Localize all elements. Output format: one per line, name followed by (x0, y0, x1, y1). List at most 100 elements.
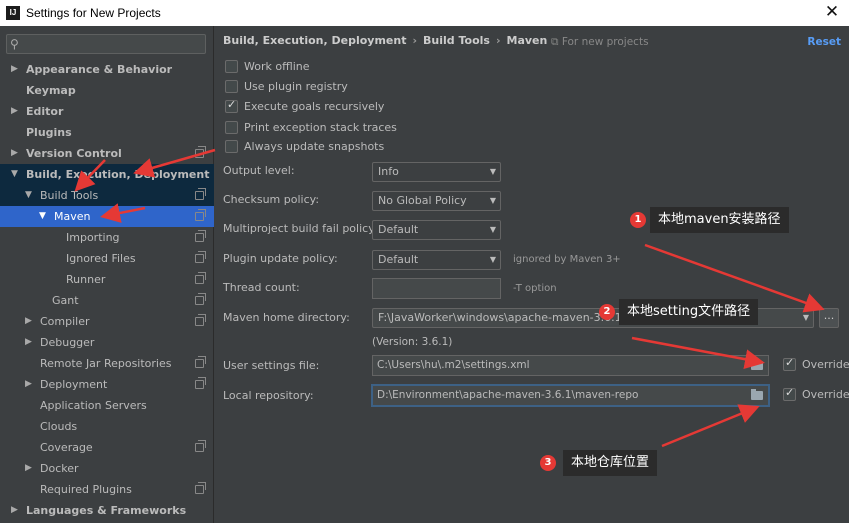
sidebar-item-build-tools[interactable]: ▼ Build Tools (0, 185, 214, 206)
work-offline-checkbox[interactable]: Work offline (225, 58, 310, 74)
callout-settings-file: 本地setting文件路径 (619, 299, 759, 325)
checkbox-box[interactable] (225, 98, 238, 113)
sidebar-item-label: Runner (66, 273, 106, 286)
project-scope-icon (195, 230, 206, 242)
checkbox-label: Use plugin registry (244, 79, 348, 93)
sidebar-item-label: Importing (66, 231, 120, 244)
project-scope-icon: ⧉ (551, 36, 562, 48)
project-scope-icon (195, 251, 206, 263)
chevron-right-icon: ▶ (25, 379, 32, 389)
search-icon: ⚲ (10, 37, 19, 51)
sidebar-item-docker[interactable]: ▶ Docker (0, 458, 214, 479)
close-icon[interactable]: ✕ (823, 3, 841, 21)
sidebar-item-compiler[interactable]: ▶ Compiler (0, 311, 214, 332)
sidebar-item-maven[interactable]: ▼ Maven (0, 206, 214, 227)
checkbox-label: Print exception stack traces (244, 120, 397, 134)
sidebar-item-editor[interactable]: ▶ Editor (0, 101, 214, 122)
project-scope-icon (195, 377, 206, 389)
user-settings-override-checkbox[interactable]: Override (783, 356, 849, 371)
use-plugin-registry-checkbox[interactable]: Use plugin registry (225, 78, 348, 94)
chevron-down-icon: ▼ (11, 169, 18, 179)
project-scope-icon (195, 146, 206, 158)
sidebar-item-label: Gant (52, 294, 79, 307)
sidebar-item-gant[interactable]: Gant (0, 290, 214, 311)
fail-policy-select[interactable]: Default ▼ (372, 220, 501, 240)
sidebar-item-debugger[interactable]: ▶ Debugger (0, 332, 214, 353)
browse-maven-home-button[interactable]: ... (819, 308, 839, 328)
checksum-policy-label: Checksum policy: (223, 193, 320, 206)
checkbox-box[interactable] (225, 139, 238, 153)
plugin-update-select[interactable]: Default ▼ (372, 250, 501, 270)
execute-goals-checkbox[interactable]: Execute goals recursively (225, 98, 384, 114)
checkbox-box[interactable] (225, 120, 238, 134)
sidebar-item-app-servers[interactable]: Application Servers (0, 395, 214, 416)
sidebar-item-label: Appearance & Behavior (26, 63, 173, 76)
folder-icon[interactable] (751, 359, 763, 370)
reset-link[interactable]: Reset (807, 36, 841, 48)
fail-policy-label: Multiproject build fail policy: (223, 222, 378, 235)
sidebar-item-runner[interactable]: Runner (0, 269, 214, 290)
window-title: Settings for New Projects (26, 6, 161, 20)
sidebar-item-coverage[interactable]: Coverage (0, 437, 214, 458)
update-snapshots-checkbox[interactable]: Always update snapshots (225, 138, 384, 154)
callout-number: 1 (630, 212, 646, 228)
breadcrumb-item: Build Tools (423, 34, 490, 47)
breadcrumb-separator: › (495, 34, 501, 47)
chevron-right-icon: ▶ (11, 148, 18, 158)
sidebar-item-deployment[interactable]: ▶ Deployment (0, 374, 214, 395)
chevron-right-icon: ▶ (11, 505, 18, 515)
sidebar-item-label: Build, Execution, Deployment (26, 168, 210, 181)
for-new-projects-note: ⧉ For new projects (551, 36, 649, 48)
checkbox-label: Execute goals recursively (244, 99, 385, 113)
sidebar-item-ignored-files[interactable]: Ignored Files (0, 248, 214, 269)
user-settings-input[interactable]: C:\Users\hu\.m2\settings.xml (372, 355, 769, 376)
checkbox-label: Override (802, 358, 849, 371)
settings-search-input[interactable]: ⚲ (6, 34, 206, 54)
local-repo-override-checkbox[interactable]: Override (783, 386, 849, 401)
window-titlebar: IJ Settings for New Projects ✕ (0, 0, 849, 26)
checkbox-box[interactable] (783, 356, 796, 371)
thread-count-label: Thread count: (223, 281, 300, 294)
sidebar-item-required-plugins[interactable]: Required Plugins (0, 479, 214, 500)
thread-count-input[interactable] (372, 278, 501, 299)
project-scope-icon (195, 314, 206, 326)
local-repo-input[interactable]: D:\Environment\apache-maven-3.6.1\maven-… (372, 385, 769, 406)
sidebar-item-label: Plugins (26, 126, 72, 139)
sidebar-item-label: Compiler (40, 315, 90, 328)
sidebar-item-languages[interactable]: ▶ Languages & Frameworks (0, 500, 214, 521)
sidebar-item-label: Keymap (26, 84, 76, 97)
chevron-right-icon: ▶ (25, 463, 32, 473)
sidebar-item-label: Docker (40, 462, 79, 475)
output-level-label: Output level: (223, 164, 295, 177)
project-scope-icon (195, 440, 206, 452)
checkbox-label: Work offline (244, 59, 310, 73)
sidebar-item-clouds[interactable]: Clouds (0, 416, 214, 437)
settings-sidebar: ⚲ ▶ Appearance & Behavior Keymap ▶ Editor … (0, 26, 214, 523)
sidebar-item-appearance[interactable]: ▶ Appearance & Behavior (0, 59, 214, 80)
project-scope-icon (195, 293, 206, 305)
checkbox-box[interactable] (225, 59, 238, 73)
checksum-policy-select[interactable]: No Global Policy ▼ (372, 191, 501, 211)
callout-maven-home: 本地maven安装路径 (650, 207, 789, 233)
chevron-right-icon: ▶ (11, 64, 18, 74)
sidebar-item-label: Deployment (40, 378, 108, 391)
sidebar-item-remote-jar[interactable]: Remote Jar Repositories (0, 353, 214, 374)
sidebar-item-label: Remote Jar Repositories (40, 357, 172, 370)
sidebar-item-importing[interactable]: Importing (0, 227, 214, 248)
breadcrumb: Build, Execution, Deployment › Build Tools… (223, 34, 547, 47)
output-level-select[interactable]: Info ▼ (372, 162, 501, 182)
sidebar-item-version-control[interactable]: ▶ Version Control (0, 143, 214, 164)
sidebar-item-label: Application Servers (40, 399, 147, 412)
sidebar-item-label: Required Plugins (40, 483, 132, 496)
folder-icon[interactable] (751, 389, 763, 400)
sidebar-item-label: Version Control (26, 147, 122, 160)
chevron-down-icon: ▼ (489, 167, 496, 176)
print-stack-traces-checkbox[interactable]: Print exception stack traces (225, 119, 397, 135)
sidebar-item-plugins[interactable]: Plugins (0, 122, 214, 143)
maven-settings-panel: Build, Execution, Deployment › Build Tools… (215, 26, 849, 523)
checkbox-box[interactable] (783, 386, 796, 401)
sidebar-item-keymap[interactable]: Keymap (0, 80, 214, 101)
checkbox-box[interactable] (225, 79, 238, 93)
chevron-right-icon: ▶ (25, 316, 32, 326)
sidebar-item-build-execution[interactable]: ▼ Build, Execution, Deployment (0, 164, 214, 185)
